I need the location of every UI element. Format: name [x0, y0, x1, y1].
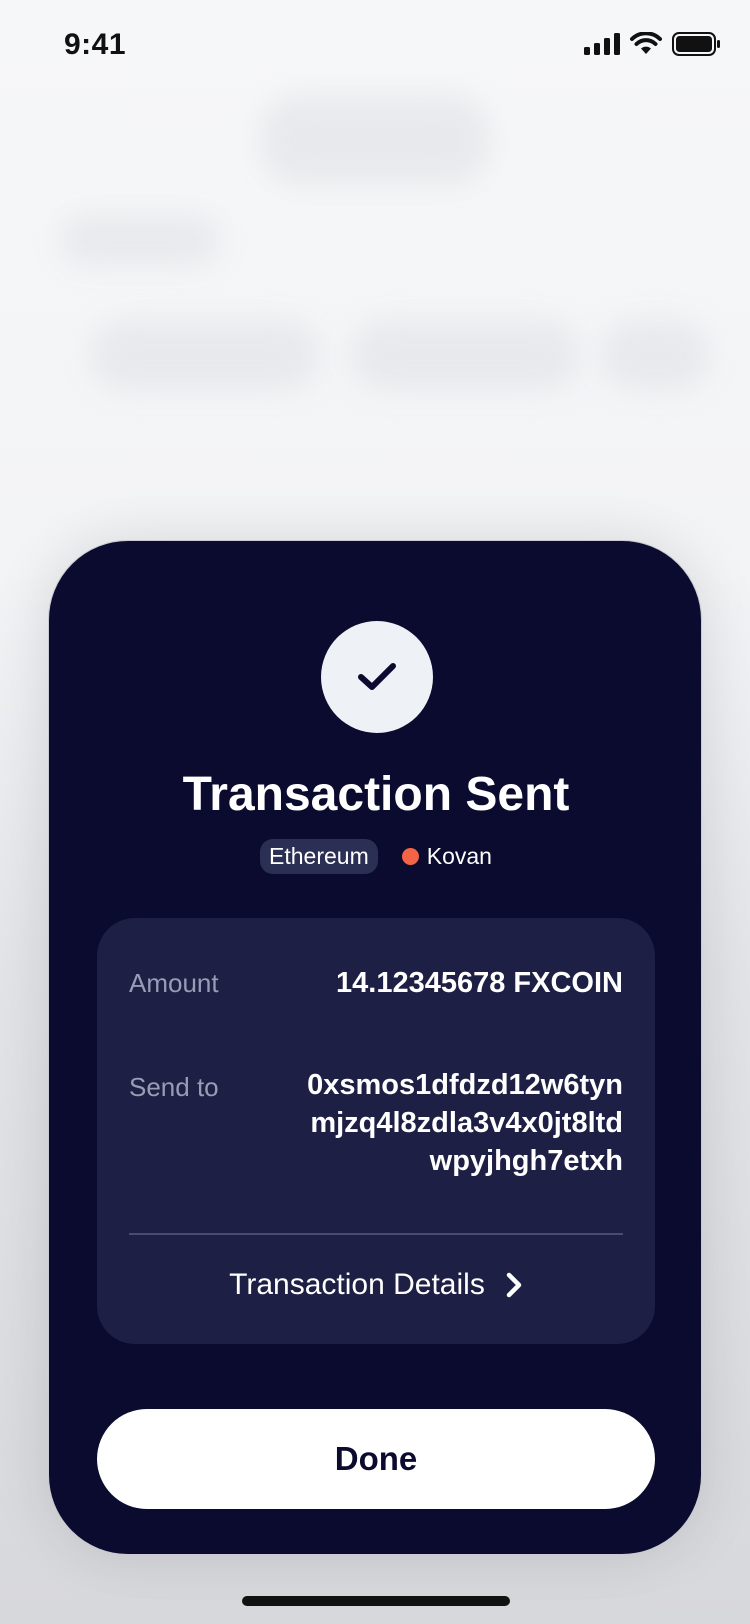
network-label: Kovan — [426, 843, 492, 869]
card-divider — [129, 1233, 623, 1235]
status-icons — [584, 32, 720, 56]
address-line: mjzq4l8zdla3v4x0jt8ltd — [310, 1107, 623, 1139]
blurred-tab-shape — [600, 320, 710, 390]
blurred-tab-shape — [90, 320, 320, 390]
home-indicator[interactable] — [242, 1596, 510, 1606]
network-status-dot — [401, 848, 419, 865]
done-button[interactable]: Done — [97, 1409, 655, 1509]
amount-label: Amount — [129, 968, 219, 998]
cellular-signal-icon — [584, 33, 620, 55]
chevron-right-icon — [506, 1272, 522, 1298]
blurred-label-shape — [60, 215, 220, 265]
network-indicator: Kovan — [401, 843, 492, 870]
transaction-sent-modal: Transaction Sent Ethereum Kovan Amount 1… — [48, 540, 702, 1555]
blurred-header-shape — [260, 95, 490, 185]
transaction-summary-card: Amount 14.12345678 FXCOIN Send to 0xsmos… — [97, 918, 655, 1344]
status-time: 9:41 — [64, 28, 127, 61]
send-to-label: Send to — [129, 1072, 219, 1102]
transaction-details-label: Transaction Details — [229, 1268, 485, 1301]
send-to-address: 0xsmos1dfdzd12w6tyn mjzq4l8zdla3v4x0jt8l… — [307, 1066, 623, 1180]
transaction-details-link[interactable]: Transaction Details — [97, 1268, 655, 1302]
address-line: 0xsmos1dfdzd12w6tyn — [307, 1069, 623, 1101]
blurred-tab-shape — [350, 320, 580, 390]
status-bar: 9:41 — [0, 0, 750, 92]
chain-badge: Ethereum — [260, 839, 378, 874]
amount-value: 14.12345678 FXCOIN — [336, 967, 623, 999]
success-badge — [321, 621, 433, 733]
address-line: wpyjhgh7etxh — [429, 1145, 623, 1177]
check-icon — [358, 663, 396, 690]
wifi-icon — [630, 32, 662, 54]
battery-icon — [672, 32, 720, 56]
chain-info: Ethereum Kovan — [49, 839, 703, 874]
modal-title: Transaction Sent — [182, 768, 570, 821]
